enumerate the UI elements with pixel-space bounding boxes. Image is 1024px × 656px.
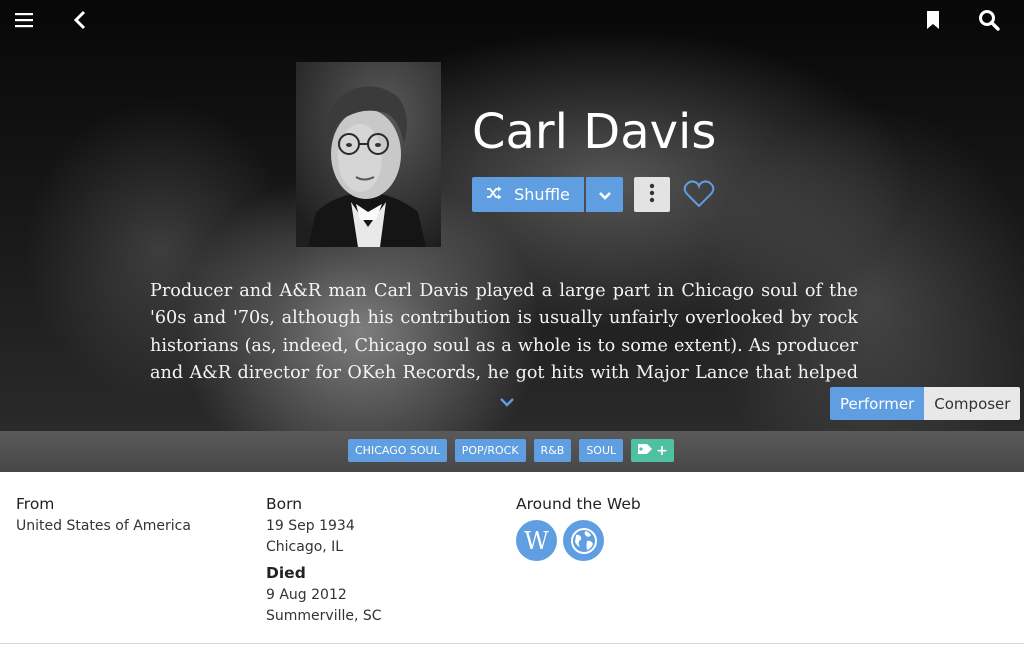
shuffle-label: Shuffle: [514, 185, 570, 204]
tag-pop-rock[interactable]: POP/ROCK: [454, 439, 526, 462]
back-icon[interactable]: [68, 8, 92, 32]
tag-chicago-soul[interactable]: CHICAGO SOUL: [348, 439, 447, 462]
menu-icon[interactable]: [12, 8, 36, 32]
shuffle-icon: [486, 185, 502, 204]
tag-icon: [637, 443, 653, 459]
from-section: From United States of America: [16, 494, 191, 537]
plus-icon: +: [656, 442, 668, 459]
artist-name: Carl Davis: [472, 104, 717, 160]
artist-details: From United States of America Born 19 Se…: [0, 472, 1024, 643]
web-section: Around the Web W: [516, 494, 641, 561]
born-died-section: Born 19 Sep 1934 Chicago, IL Died 9 Aug …: [266, 494, 382, 626]
bookmark-icon[interactable]: [921, 8, 945, 32]
shuffle-dropdown-button[interactable]: [586, 177, 623, 212]
add-tag-button[interactable]: +: [631, 439, 674, 462]
born-date: 19 Sep 1934: [266, 518, 355, 534]
born-label: Born: [266, 495, 303, 513]
artist-bio: Producer and A&R man Carl Davis played a…: [150, 281, 858, 383]
died-date: 9 Aug 2012: [266, 587, 347, 603]
bottom-divider: [0, 643, 1024, 644]
vertical-dots-icon: [649, 183, 655, 207]
artist-header: Carl Davis Shuffle Producer and A&R man …: [0, 0, 1024, 431]
expand-bio-icon[interactable]: [498, 393, 516, 407]
favorite-heart-icon[interactable]: [683, 178, 715, 210]
genre-tags: CHICAGO SOUL POP/ROCK R&B SOUL +: [348, 439, 674, 462]
search-icon[interactable]: [977, 8, 1001, 32]
wikipedia-icon[interactable]: W: [516, 520, 557, 561]
died-label: Died: [266, 564, 306, 582]
chevron-down-icon: [598, 185, 612, 204]
tag-rnb[interactable]: R&B: [533, 439, 572, 462]
tag-soul[interactable]: SOUL: [579, 439, 624, 462]
composer-tab[interactable]: Composer: [924, 387, 1021, 420]
artist-photo: [296, 62, 441, 247]
died-place: Summerville, SC: [266, 607, 382, 624]
from-value: United States of America: [16, 518, 191, 534]
globe-icon[interactable]: [563, 520, 604, 561]
web-label: Around the Web: [516, 495, 641, 513]
genre-tag-bar: CHICAGO SOUL POP/ROCK R&B SOUL +: [0, 431, 1024, 472]
from-label: From: [16, 495, 55, 513]
shuffle-button[interactable]: Shuffle: [472, 177, 584, 212]
more-options-button[interactable]: [634, 177, 670, 212]
role-toggle: Performer Composer: [830, 387, 1021, 420]
performer-tab[interactable]: Performer: [830, 387, 925, 420]
web-links: W: [516, 520, 641, 561]
born-place: Chicago, IL: [266, 538, 344, 555]
